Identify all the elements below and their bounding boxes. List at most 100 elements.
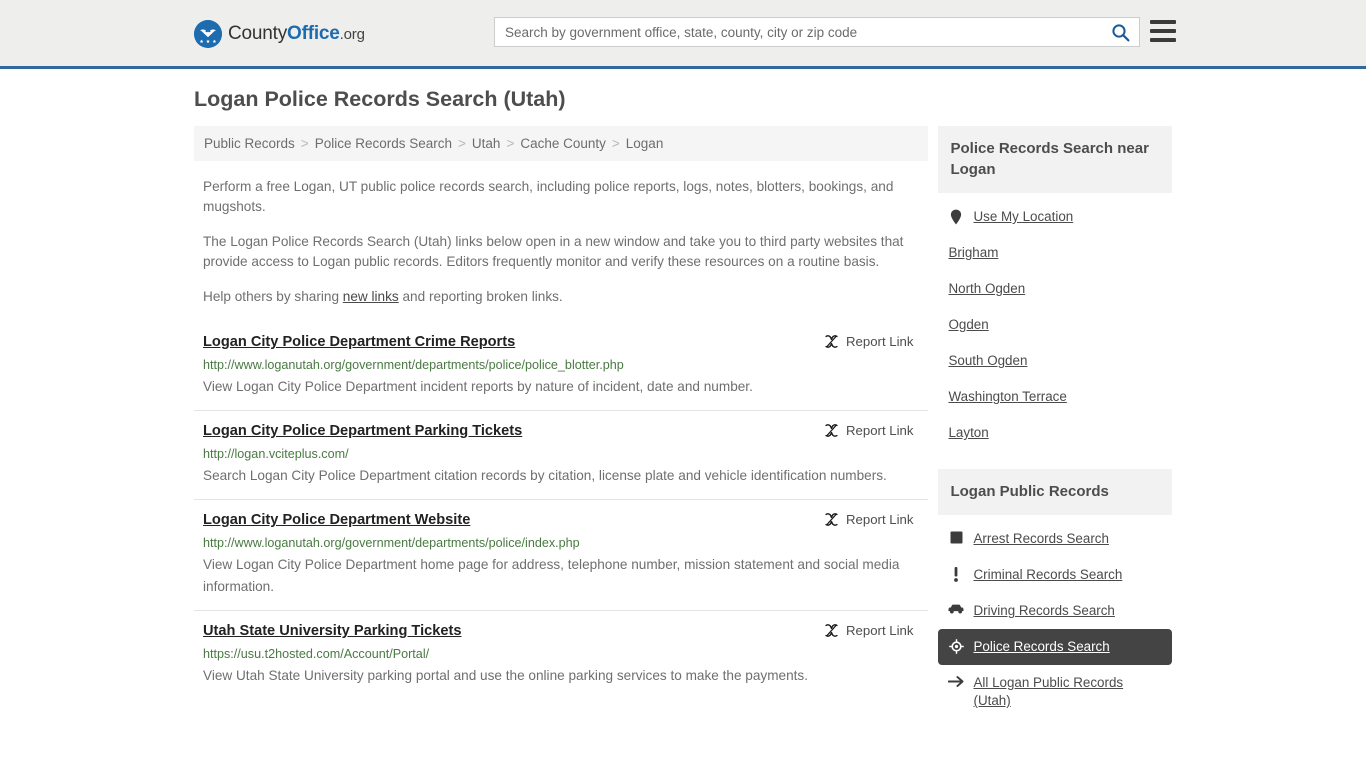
nearby-city-item[interactable]: Brigham <box>938 235 1172 271</box>
nearby-heading: Police Records Search near Logan <box>938 126 1172 193</box>
result-url: http://logan.vciteplus.com/ <box>203 447 349 461</box>
report-link-button[interactable]: Report Link <box>824 511 920 527</box>
nearby-city-item[interactable]: Washington Terrace <box>938 379 1172 415</box>
site-logo-text: CountyOffice.org <box>228 23 365 45</box>
eagle-shield-logo-icon <box>194 20 222 48</box>
breadcrumb-separator: > <box>506 136 515 151</box>
nearby-city-label[interactable]: South Ogden <box>948 352 1027 370</box>
result-header: Utah State University Parking Tickets Rep… <box>203 622 920 641</box>
public-records-label[interactable]: Arrest Records Search <box>973 530 1108 548</box>
content-columns: Public Records > Police Records Search > Uta… <box>194 126 1172 721</box>
page-title: Logan Police Records Search (Utah) <box>194 87 566 111</box>
nearby-city-item[interactable]: Ogden <box>938 307 1172 343</box>
intro-text: Perform a free Logan, UT public police r… <box>194 177 928 307</box>
breadcrumb-separator: > <box>300 136 309 151</box>
broken-link-icon <box>824 512 839 527</box>
result-item: Logan City Police Department Crime Repor… <box>194 325 928 410</box>
nearby-city-label[interactable]: Ogden <box>948 316 988 334</box>
result-item: Logan City Police Department Parking Tic… <box>194 410 929 499</box>
broken-link-icon <box>824 623 839 638</box>
hamburger-bar <box>1150 38 1176 42</box>
breadcrumb-item[interactable]: Public Records <box>204 136 295 151</box>
result-title-link[interactable]: Logan City Police Department Crime Repor… <box>203 333 824 352</box>
report-link-label: Report Link <box>846 623 914 638</box>
hamburger-bar <box>1150 29 1176 33</box>
result-header: Logan City Police Department Parking Tic… <box>203 422 920 441</box>
arrow-right-icon <box>948 675 965 688</box>
public-records-heading: Logan Public Records <box>938 469 1172 515</box>
nearby-box: Police Records Search near Logan Use My … <box>938 126 1172 453</box>
result-header: Logan City Police Department Crime Repor… <box>203 333 920 352</box>
public-records-label[interactable]: Criminal Records Search <box>973 566 1122 584</box>
nearby-city-item[interactable]: Layton <box>938 415 1172 451</box>
breadcrumb-item[interactable]: Logan <box>626 136 664 151</box>
logo-text-office: Office <box>287 23 340 44</box>
intro-paragraph-3: Help others by sharing new links and rep… <box>194 287 928 307</box>
nearby-city-label[interactable]: Washington Terrace <box>948 388 1066 406</box>
report-link-label: Report Link <box>846 334 914 349</box>
nearby-city-label[interactable]: North Ogden <box>948 280 1025 298</box>
nearby-city-item[interactable]: Use My Location <box>938 199 1172 235</box>
breadcrumb: Public Records > Police Records Search > Uta… <box>194 126 929 161</box>
logo-text-org: .org <box>339 26 365 43</box>
report-link-label: Report Link <box>846 423 914 438</box>
breadcrumb-item[interactable]: Cache County <box>520 136 606 151</box>
report-link-button[interactable]: Report Link <box>824 422 920 438</box>
breadcrumb-separator: > <box>458 136 466 151</box>
result-item: Utah State University Parking Tickets Rep… <box>194 610 929 699</box>
result-url: https://usu.t2hosted.com/Account/Portal/ <box>203 647 430 661</box>
public-records-item[interactable]: All Logan Public Records (Utah) <box>938 665 1172 719</box>
search-input[interactable] <box>495 18 1101 46</box>
nearby-city-label[interactable]: Brigham <box>948 244 998 262</box>
hamburger-bar <box>1150 20 1176 24</box>
result-title-link[interactable]: Utah State University Parking Tickets <box>203 622 824 641</box>
breadcrumb-item[interactable]: Utah <box>472 136 501 151</box>
results-list: Logan City Police Department Crime Repor… <box>194 325 929 699</box>
intro-p3-pre: Help others by sharing <box>203 289 343 304</box>
result-url: http://www.loganutah.org/government/depa… <box>203 358 624 372</box>
search-icon <box>1111 23 1130 42</box>
result-title-link[interactable]: Logan City Police Department Parking Tic… <box>203 422 824 441</box>
public-records-label[interactable]: All Logan Public Records (Utah) <box>973 674 1162 710</box>
new-links-link[interactable]: new links <box>343 289 399 304</box>
police-badge-icon <box>948 639 964 654</box>
page-body: Logan Police Records Search (Utah) Publi… <box>0 69 1366 721</box>
nearby-city-label[interactable]: Layton <box>948 424 988 442</box>
location-pin-icon <box>948 209 964 225</box>
site-logo[interactable]: CountyOffice.org <box>194 20 365 48</box>
public-records-item[interactable]: Police Records Search <box>938 629 1172 665</box>
public-records-item[interactable]: Arrest Records Search <box>938 521 1172 557</box>
nearby-city-item[interactable]: South Ogden <box>938 343 1172 379</box>
public-records-label[interactable]: Police Records Search <box>973 638 1109 656</box>
breadcrumb-item[interactable]: Police Records Search <box>315 136 452 151</box>
nearby-city-item[interactable]: North Ogden <box>938 271 1172 307</box>
search-bar[interactable] <box>494 17 1140 47</box>
result-description: Search Logan City Police Department cita… <box>203 468 887 483</box>
main-column: Public Records > Police Records Search > Uta… <box>194 126 929 699</box>
fingerprint-square-icon <box>948 531 964 544</box>
public-records-box: Logan Public Records Arrest Records Sear… <box>938 469 1172 721</box>
public-records-item[interactable]: Criminal Records Search <box>938 557 1172 593</box>
logo-text-county: County <box>228 23 288 44</box>
exclamation-icon <box>948 567 964 582</box>
result-description: View Logan City Police Department home p… <box>203 557 900 594</box>
search-button[interactable] <box>1101 18 1139 46</box>
broken-link-icon <box>824 423 839 438</box>
sidebar: Police Records Search near Logan Use My … <box>938 126 1172 721</box>
intro-paragraph-1: Perform a free Logan, UT public police r… <box>203 179 894 214</box>
site-header: CountyOffice.org <box>0 0 1366 69</box>
result-description: View Logan City Police Department incide… <box>203 379 753 394</box>
result-url: http://www.loganutah.org/government/depa… <box>203 536 580 550</box>
report-link-button[interactable]: Report Link <box>824 622 920 638</box>
report-link-label: Report Link <box>846 512 914 527</box>
public-records-item[interactable]: Driving Records Search <box>938 593 1172 629</box>
result-item: Logan City Police Department Website Repo… <box>194 499 929 610</box>
nearby-city-label[interactable]: Use My Location <box>973 208 1073 226</box>
hamburger-menu-icon[interactable] <box>1150 20 1176 42</box>
nearby-list: Use My Location Brigham North Ogden Ogden So… <box>938 193 1172 453</box>
breadcrumb-separator: > <box>611 136 620 151</box>
public-records-label[interactable]: Driving Records Search <box>973 602 1114 620</box>
result-title-link[interactable]: Logan City Police Department Website <box>203 511 824 530</box>
public-records-list: Arrest Records Search Criminal Records Se… <box>938 515 1172 721</box>
report-link-button[interactable]: Report Link <box>824 333 920 349</box>
